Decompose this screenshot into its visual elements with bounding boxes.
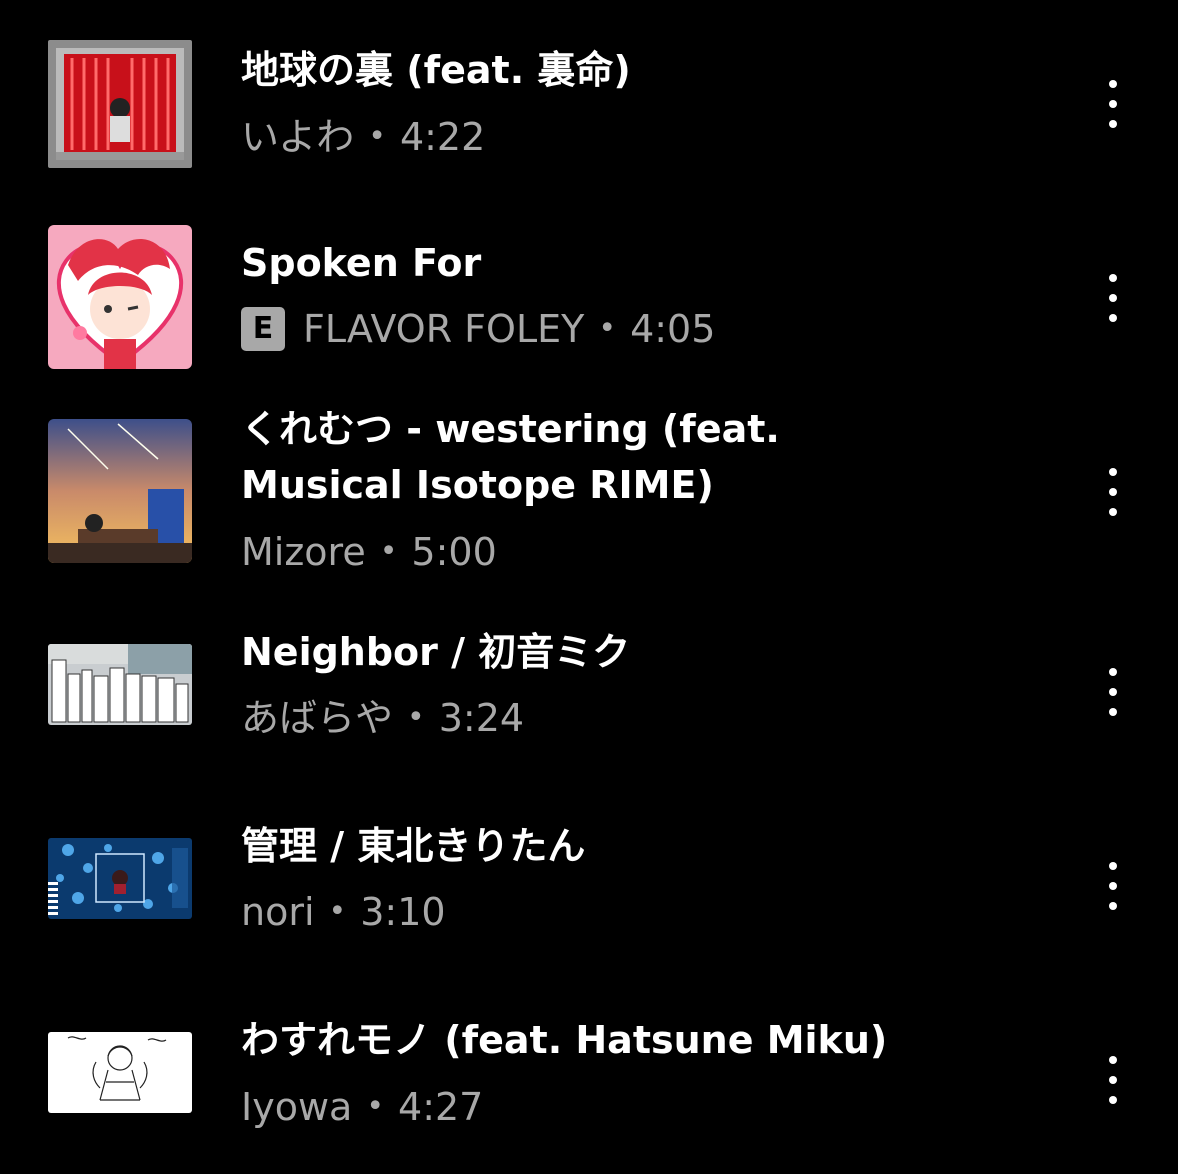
track-title: 地球の裏 (feat. 裏命) xyxy=(241,48,631,92)
track-row[interactable]: 地球の裏 (feat. 裏命) いよわ • 4:22 xyxy=(0,0,1178,200)
more-vertical-icon[interactable] xyxy=(1092,468,1134,516)
track-artist: nori xyxy=(241,890,315,934)
track-subtitle: nori • 3:10 xyxy=(241,889,446,935)
track-duration: 4:27 xyxy=(398,1085,484,1129)
track-artist: いよわ xyxy=(241,115,355,159)
track-title: くれむつ - westering (feat. Musical Isotope … xyxy=(241,407,780,507)
track-duration: 4:22 xyxy=(399,115,486,159)
track-row[interactable]: 管理 / 東北きりたん nori • 3:10 xyxy=(0,788,1178,982)
separator-dot: • xyxy=(368,119,386,154)
track-subtitle: いよわ • 4:22 xyxy=(241,114,485,160)
separator-dot: • xyxy=(598,311,617,346)
more-vertical-icon[interactable] xyxy=(1092,274,1134,322)
explicit-badge-icon: E xyxy=(241,307,285,351)
more-vertical-icon[interactable] xyxy=(1092,1056,1134,1104)
track-artist: あばらや xyxy=(241,696,394,740)
track-thumbnail xyxy=(48,225,192,369)
track-duration: 3:10 xyxy=(360,890,446,934)
separator-dot: • xyxy=(407,700,425,735)
track-thumbnail xyxy=(48,644,192,725)
track-subtitle: E FLAVOR FOLEY • 4:05 xyxy=(241,306,715,352)
more-vertical-icon[interactable] xyxy=(1092,668,1134,716)
separator-dot: • xyxy=(328,894,347,929)
separator-dot: • xyxy=(366,1089,385,1124)
track-subtitle: あばらや • 3:24 xyxy=(241,695,524,741)
track-title: Spoken For xyxy=(241,241,482,285)
track-duration: 3:24 xyxy=(438,696,525,740)
track-title: Neighbor / 初音ミク xyxy=(241,630,631,674)
track-duration: 5:00 xyxy=(411,530,497,574)
track-thumbnail xyxy=(48,419,192,563)
track-thumbnail xyxy=(48,1032,192,1113)
track-artist: Mizore xyxy=(241,530,366,574)
track-title: わすれモノ (feat. Hatsune Miku) xyxy=(241,1018,888,1062)
track-thumbnail xyxy=(48,838,192,919)
track-artist: Iyowa xyxy=(241,1085,353,1129)
more-vertical-icon[interactable] xyxy=(1092,80,1134,128)
track-subtitle: Mizore • 5:00 xyxy=(241,529,497,575)
separator-dot: • xyxy=(379,534,398,569)
track-subtitle: Iyowa • 4:27 xyxy=(241,1084,483,1130)
track-artist: FLAVOR FOLEY xyxy=(303,307,585,351)
track-row[interactable]: わすれモノ (feat. Hatsune Miku) Iyowa • 4:27 xyxy=(0,982,1178,1174)
track-title: 管理 / 東北きりたん xyxy=(241,824,586,868)
more-vertical-icon[interactable] xyxy=(1092,862,1134,910)
track-row[interactable]: Spoken For E FLAVOR FOLEY • 4:05 xyxy=(0,200,1178,394)
track-row[interactable]: くれむつ - westering (feat. Musical Isotope … xyxy=(0,394,1178,594)
track-duration: 4:05 xyxy=(630,307,716,351)
track-thumbnail xyxy=(48,40,192,168)
track-row[interactable]: Neighbor / 初音ミク あばらや • 3:24 xyxy=(0,594,1178,788)
